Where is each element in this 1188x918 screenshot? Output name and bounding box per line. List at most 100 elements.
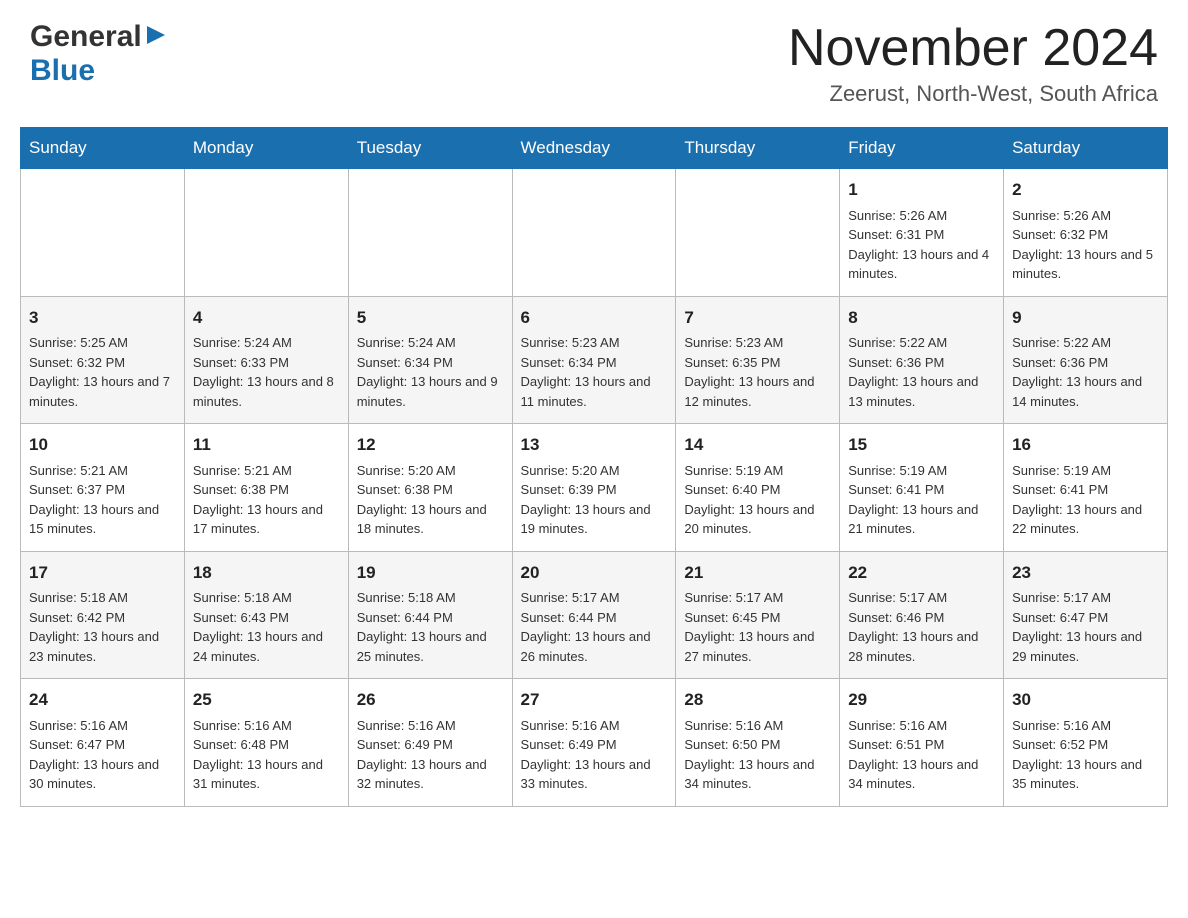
calendar-day-cell: 3Sunrise: 5:25 AM Sunset: 6:32 PM Daylig… <box>21 296 185 424</box>
calendar-day-cell: 25 Sunrise: 5:16 AM Sunset: 6:48 PM Dayli… <box>184 679 348 807</box>
day-number: 22 <box>848 560 995 586</box>
calendar-day-header: Wednesday <box>512 128 676 169</box>
calendar-table: SundayMondayTuesdayWednesdayThursdayFrid… <box>20 127 1168 807</box>
day-number: 9 <box>1012 305 1159 331</box>
day-number: 27 <box>521 687 668 713</box>
calendar-day-cell: 1 Sunrise: 5:26 AM Sunset: 6:31 PM Daylig… <box>840 169 1004 297</box>
day-sun-info: Sunrise: 5:22 AM Sunset: 6:36 PM Dayligh… <box>848 333 995 411</box>
calendar-day-cell: 8Sunrise: 5:22 AM Sunset: 6:36 PM Daylig… <box>840 296 1004 424</box>
calendar-day-cell: 2 Sunrise: 5:26 AM Sunset: 6:32 PM Daylig… <box>1004 169 1168 297</box>
day-number: 8 <box>848 305 995 331</box>
day-number: 21 <box>684 560 831 586</box>
page-header: General Blue November 2024 Zeerust, Nort… <box>0 0 1188 117</box>
day-sun-info: Sunrise: 5:16 AM Sunset: 6:52 PM Dayligh… <box>1012 716 1159 794</box>
logo-flag-icon <box>145 24 167 51</box>
calendar-day-cell: 20Sunrise: 5:17 AM Sunset: 6:44 PM Dayli… <box>512 551 676 679</box>
calendar-day-cell: 30 Sunrise: 5:16 AM Sunset: 6:52 PM Dayli… <box>1004 679 1168 807</box>
day-sun-info: Sunrise: 5:23 AM Sunset: 6:34 PM Dayligh… <box>521 333 668 411</box>
month-year-title: November 2024 <box>788 20 1158 77</box>
day-sun-info: Sunrise: 5:24 AM Sunset: 6:33 PM Dayligh… <box>193 333 340 411</box>
calendar-day-cell: 28 Sunrise: 5:16 AM Sunset: 6:50 PM Dayli… <box>676 679 840 807</box>
calendar-day-cell: 10Sunrise: 5:21 AM Sunset: 6:37 PM Dayli… <box>21 424 185 552</box>
day-number: 23 <box>1012 560 1159 586</box>
day-number: 30 <box>1012 687 1159 713</box>
calendar-day-cell: 7Sunrise: 5:23 AM Sunset: 6:35 PM Daylig… <box>676 296 840 424</box>
header-title-block: November 2024 Zeerust, North-West, South… <box>788 20 1158 107</box>
calendar-day-cell: 18Sunrise: 5:18 AM Sunset: 6:43 PM Dayli… <box>184 551 348 679</box>
day-sun-info: Sunrise: 5:26 AM Sunset: 6:31 PM Dayligh… <box>848 206 995 284</box>
day-number: 16 <box>1012 432 1159 458</box>
day-number: 13 <box>521 432 668 458</box>
calendar-day-cell: 16Sunrise: 5:19 AM Sunset: 6:41 PM Dayli… <box>1004 424 1168 552</box>
calendar-day-cell: 11 Sunrise: 5:21 AM Sunset: 6:38 PM Dayli… <box>184 424 348 552</box>
calendar-week-row: 1 Sunrise: 5:26 AM Sunset: 6:31 PM Daylig… <box>21 169 1168 297</box>
day-number: 14 <box>684 432 831 458</box>
logo-blue: Blue <box>30 54 95 87</box>
day-number: 4 <box>193 305 340 331</box>
calendar-day-cell <box>676 169 840 297</box>
calendar-day-cell: 12Sunrise: 5:20 AM Sunset: 6:38 PM Dayli… <box>348 424 512 552</box>
day-number: 29 <box>848 687 995 713</box>
day-number: 26 <box>357 687 504 713</box>
day-number: 24 <box>29 687 176 713</box>
day-sun-info: Sunrise: 5:21 AM Sunset: 6:37 PM Dayligh… <box>29 461 176 539</box>
calendar-day-cell <box>348 169 512 297</box>
day-number: 7 <box>684 305 831 331</box>
day-number: 2 <box>1012 177 1159 203</box>
day-sun-info: Sunrise: 5:16 AM Sunset: 6:48 PM Dayligh… <box>193 716 340 794</box>
day-sun-info: Sunrise: 5:24 AM Sunset: 6:34 PM Dayligh… <box>357 333 504 411</box>
calendar-day-cell <box>21 169 185 297</box>
calendar-day-cell: 5Sunrise: 5:24 AM Sunset: 6:34 PM Daylig… <box>348 296 512 424</box>
logo-general: General <box>30 20 142 54</box>
day-sun-info: Sunrise: 5:20 AM Sunset: 6:39 PM Dayligh… <box>521 461 668 539</box>
day-number: 18 <box>193 560 340 586</box>
day-sun-info: Sunrise: 5:16 AM Sunset: 6:51 PM Dayligh… <box>848 716 995 794</box>
calendar-day-header: Monday <box>184 128 348 169</box>
day-sun-info: Sunrise: 5:16 AM Sunset: 6:49 PM Dayligh… <box>521 716 668 794</box>
calendar-day-header: Thursday <box>676 128 840 169</box>
logo: General Blue <box>30 20 167 88</box>
calendar-day-cell: 17Sunrise: 5:18 AM Sunset: 6:42 PM Dayli… <box>21 551 185 679</box>
calendar-day-header: Friday <box>840 128 1004 169</box>
calendar-day-cell: 9Sunrise: 5:22 AM Sunset: 6:36 PM Daylig… <box>1004 296 1168 424</box>
day-sun-info: Sunrise: 5:23 AM Sunset: 6:35 PM Dayligh… <box>684 333 831 411</box>
day-number: 28 <box>684 687 831 713</box>
day-sun-info: Sunrise: 5:18 AM Sunset: 6:44 PM Dayligh… <box>357 588 504 666</box>
calendar-day-cell: 21Sunrise: 5:17 AM Sunset: 6:45 PM Dayli… <box>676 551 840 679</box>
location-subtitle: Zeerust, North-West, South Africa <box>788 81 1158 107</box>
calendar-day-cell <box>512 169 676 297</box>
day-sun-info: Sunrise: 5:25 AM Sunset: 6:32 PM Dayligh… <box>29 333 176 411</box>
day-number: 11 <box>193 432 340 458</box>
calendar-day-cell: 15Sunrise: 5:19 AM Sunset: 6:41 PM Dayli… <box>840 424 1004 552</box>
calendar-day-cell: 29 Sunrise: 5:16 AM Sunset: 6:51 PM Dayli… <box>840 679 1004 807</box>
calendar-day-header: Saturday <box>1004 128 1168 169</box>
day-number: 12 <box>357 432 504 458</box>
day-number: 15 <box>848 432 995 458</box>
day-sun-info: Sunrise: 5:16 AM Sunset: 6:49 PM Dayligh… <box>357 716 504 794</box>
calendar-day-header: Sunday <box>21 128 185 169</box>
day-sun-info: Sunrise: 5:26 AM Sunset: 6:32 PM Dayligh… <box>1012 206 1159 284</box>
calendar-day-cell: 24 Sunrise: 5:16 AM Sunset: 6:47 PM Dayli… <box>21 679 185 807</box>
calendar-week-row: 3Sunrise: 5:25 AM Sunset: 6:32 PM Daylig… <box>21 296 1168 424</box>
day-sun-info: Sunrise: 5:17 AM Sunset: 6:45 PM Dayligh… <box>684 588 831 666</box>
calendar-day-cell: 23Sunrise: 5:17 AM Sunset: 6:47 PM Dayli… <box>1004 551 1168 679</box>
calendar-day-cell: 4Sunrise: 5:24 AM Sunset: 6:33 PM Daylig… <box>184 296 348 424</box>
day-number: 3 <box>29 305 176 331</box>
day-number: 1 <box>848 177 995 203</box>
day-number: 6 <box>521 305 668 331</box>
calendar-header-row: SundayMondayTuesdayWednesdayThursdayFrid… <box>21 128 1168 169</box>
day-sun-info: Sunrise: 5:19 AM Sunset: 6:40 PM Dayligh… <box>684 461 831 539</box>
day-number: 25 <box>193 687 340 713</box>
day-sun-info: Sunrise: 5:16 AM Sunset: 6:47 PM Dayligh… <box>29 716 176 794</box>
day-sun-info: Sunrise: 5:18 AM Sunset: 6:43 PM Dayligh… <box>193 588 340 666</box>
calendar-day-cell: 27 Sunrise: 5:16 AM Sunset: 6:49 PM Dayli… <box>512 679 676 807</box>
calendar-week-row: 17Sunrise: 5:18 AM Sunset: 6:42 PM Dayli… <box>21 551 1168 679</box>
calendar-day-cell: 19Sunrise: 5:18 AM Sunset: 6:44 PM Dayli… <box>348 551 512 679</box>
day-sun-info: Sunrise: 5:17 AM Sunset: 6:46 PM Dayligh… <box>848 588 995 666</box>
calendar-day-cell: 22Sunrise: 5:17 AM Sunset: 6:46 PM Dayli… <box>840 551 1004 679</box>
calendar-day-cell: 13 Sunrise: 5:20 AM Sunset: 6:39 PM Dayli… <box>512 424 676 552</box>
calendar-day-header: Tuesday <box>348 128 512 169</box>
day-sun-info: Sunrise: 5:22 AM Sunset: 6:36 PM Dayligh… <box>1012 333 1159 411</box>
day-sun-info: Sunrise: 5:21 AM Sunset: 6:38 PM Dayligh… <box>193 461 340 539</box>
day-sun-info: Sunrise: 5:16 AM Sunset: 6:50 PM Dayligh… <box>684 716 831 794</box>
